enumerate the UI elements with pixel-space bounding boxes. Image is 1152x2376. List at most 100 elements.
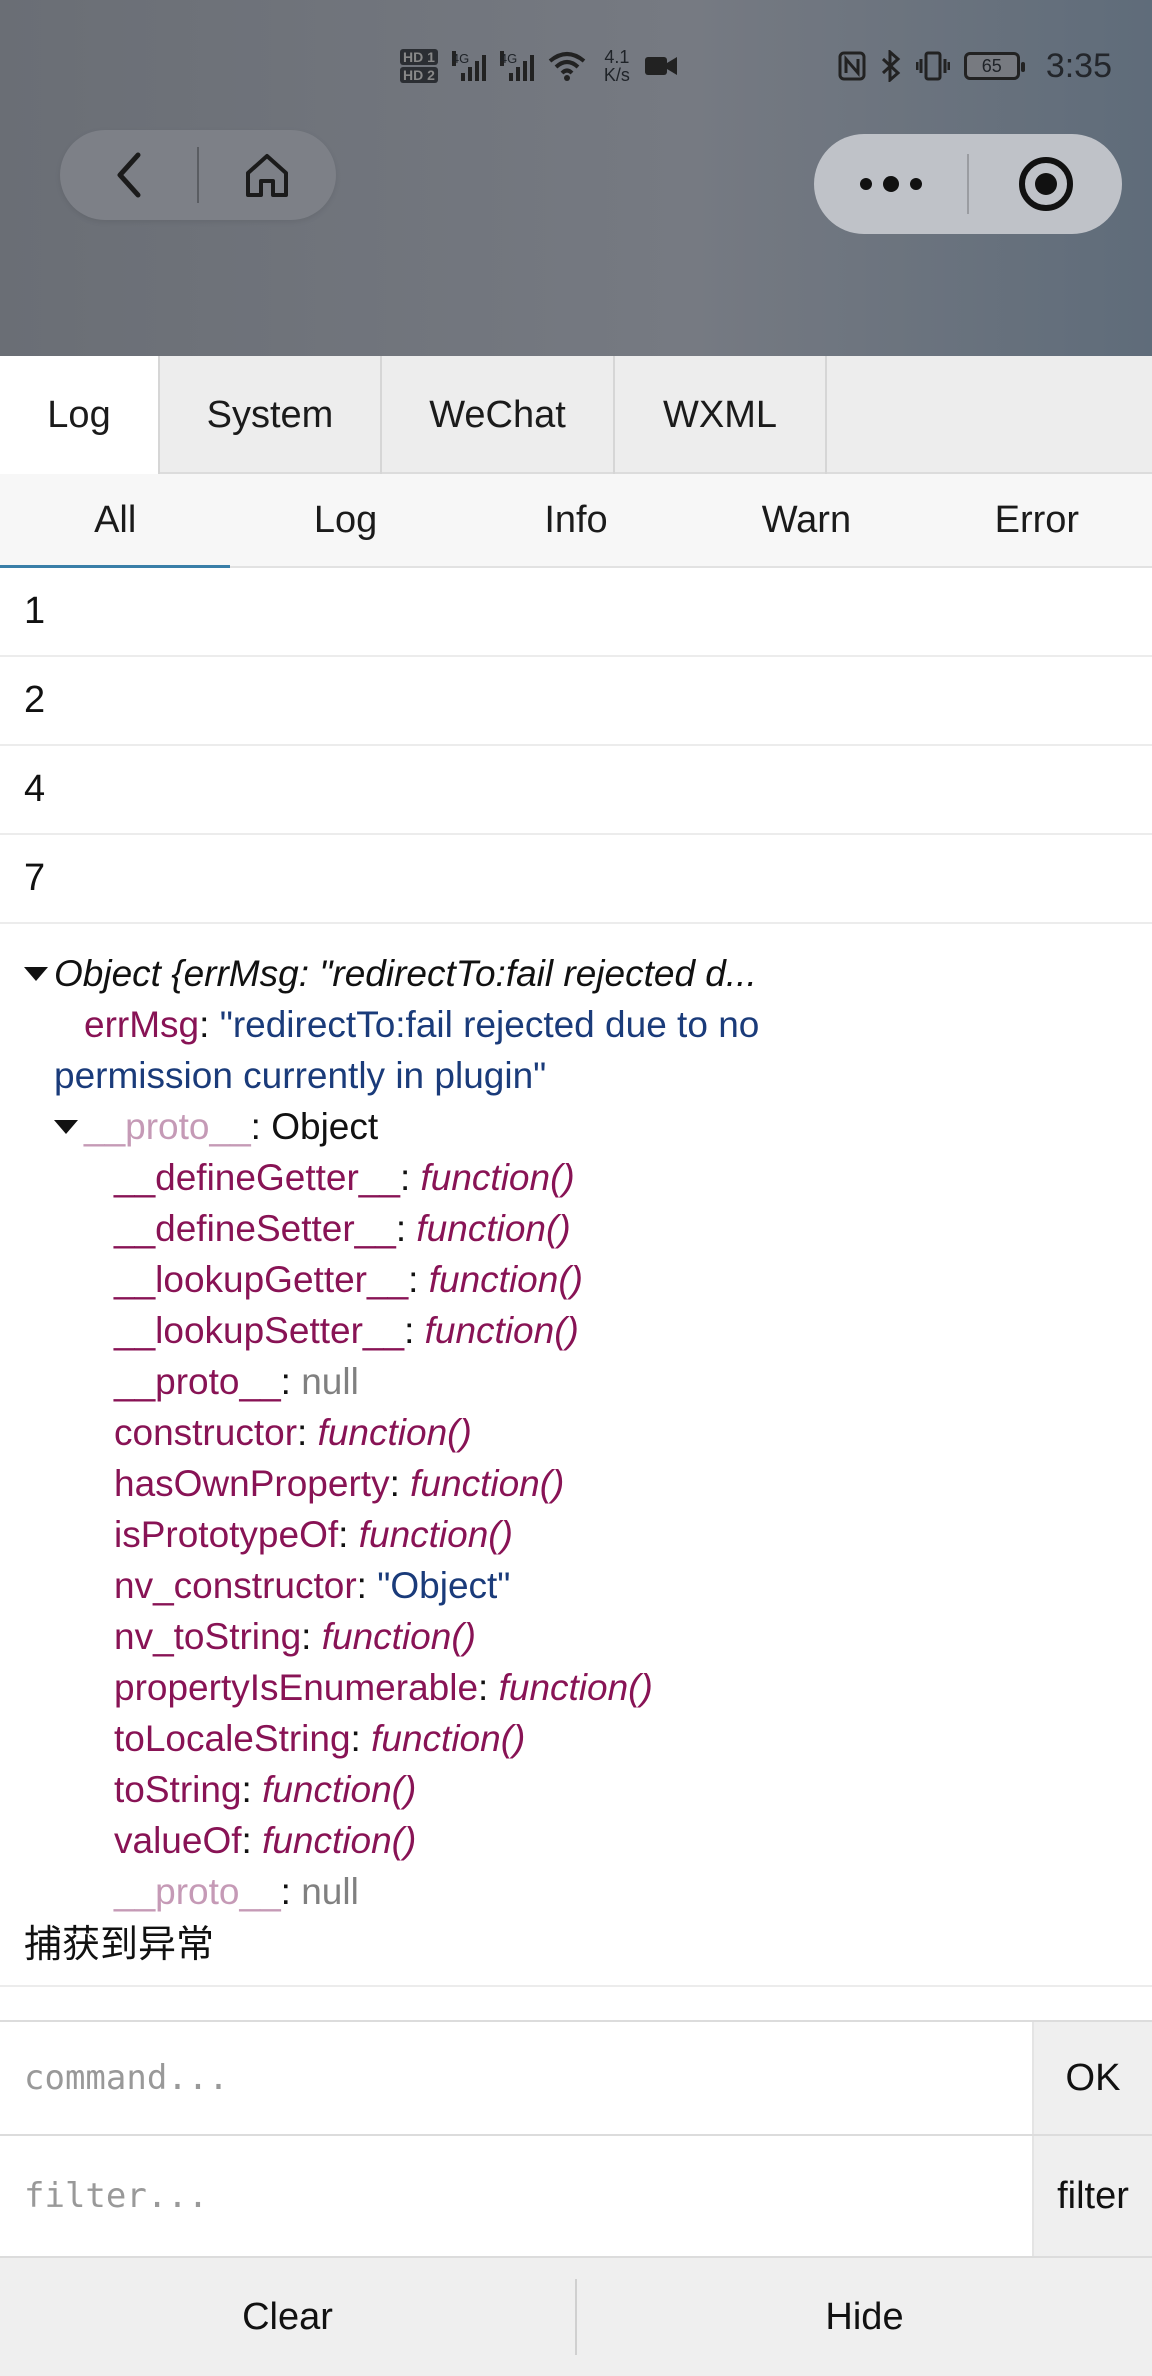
property-key: valueOf — [114, 1820, 242, 1861]
wifi-icon — [548, 52, 586, 81]
filter-button[interactable]: filter — [1032, 2136, 1152, 2256]
object-summary[interactable]: Object {errMsg: "redirectTo:fail rejecte… — [24, 948, 1152, 999]
command-bar: command... OK — [0, 2020, 1152, 2134]
expand-triangle-icon[interactable] — [54, 1119, 78, 1134]
property-value: Object — [271, 1106, 379, 1147]
proto-property-row: valueOf: function() — [24, 1815, 1152, 1866]
proto-property-row: hasOwnProperty: function() — [24, 1458, 1152, 1509]
nfc-icon — [838, 51, 866, 81]
errmsg-property-cont: permission currently in plugin" — [24, 1050, 1152, 1101]
caught-exception-log: 捕获到异常 — [0, 1917, 1152, 1987]
more-button[interactable] — [814, 134, 967, 234]
log-row: 4 — [0, 746, 1152, 835]
video-camera-icon — [644, 57, 677, 75]
clock: 3:35 — [1045, 46, 1112, 85]
errmsg-property: errMsg: "redirectTo:fail rejected due to… — [24, 999, 1152, 1050]
tab-wechat[interactable]: WeChat — [382, 356, 615, 474]
log-filter-tabs: All Log Info Warn Error — [0, 474, 1152, 568]
property-value: function() — [420, 1157, 575, 1198]
subtab-info[interactable]: Info — [461, 474, 691, 566]
property-key: nv_toString — [114, 1616, 302, 1657]
property-key: __defineGetter__ — [114, 1157, 400, 1198]
proto-node[interactable]: __proto__: Object — [24, 1101, 1152, 1152]
proto-property-row: __proto__: null — [24, 1866, 1152, 1917]
property-value: function() — [321, 1616, 476, 1657]
property-key: errMsg — [84, 1004, 200, 1045]
more-dots-icon — [859, 176, 922, 192]
filter-input[interactable]: filter... — [0, 2136, 1032, 2256]
subtab-all[interactable]: All — [0, 474, 231, 568]
hd1-label: HD 1 — [400, 49, 438, 65]
subtab-error[interactable]: Error — [922, 474, 1152, 566]
proto-property-row: nv_constructor: "Object" — [24, 1560, 1152, 1611]
property-key: __lookupGetter__ — [114, 1259, 409, 1300]
property-value: null — [301, 1871, 359, 1912]
clear-button[interactable]: Clear — [0, 2258, 575, 2376]
log-row: 1 — [0, 568, 1152, 657]
close-miniprogram-button[interactable] — [969, 134, 1122, 234]
hide-button[interactable]: Hide — [577, 2258, 1152, 2376]
proto-property-row: __defineSetter__: function() — [24, 1203, 1152, 1254]
proto-property-row: __proto__: null — [24, 1356, 1152, 1407]
proto-property-row: __defineGetter__: function() — [24, 1152, 1152, 1203]
property-key: nv_constructor — [114, 1565, 357, 1606]
expand-triangle-icon[interactable] — [24, 966, 48, 981]
property-value: function() — [371, 1718, 526, 1759]
signal-icon: 4G — [451, 51, 486, 81]
command-input[interactable]: command... — [0, 2022, 1032, 2134]
tab-log[interactable]: Log — [0, 356, 160, 474]
filter-bar: filter... filter — [0, 2134, 1152, 2256]
property-key: isPrototypeOf — [114, 1514, 339, 1555]
property-value: function() — [262, 1820, 417, 1861]
proto-properties: __defineGetter__: function() __defineSett… — [24, 1152, 1152, 1917]
log-row: 7 — [0, 835, 1152, 924]
property-value: function() — [416, 1208, 571, 1249]
network-type-label-2: 4G — [499, 51, 518, 66]
property-value: "Object" — [377, 1565, 511, 1606]
property-value-cont: permission currently in plugin" — [54, 1055, 547, 1096]
vibrate-icon — [915, 51, 950, 81]
property-key: toLocaleString — [114, 1718, 351, 1759]
home-button[interactable] — [199, 130, 336, 220]
chevron-left-icon — [117, 152, 140, 198]
proto-property-row: constructor: function() — [24, 1407, 1152, 1458]
battery-icon: 65 — [963, 52, 1025, 80]
property-value: function() — [410, 1463, 565, 1504]
status-bar: HD 1 HD 2 4G 4G 4.1 K/s 65 3:35 — [400, 38, 1112, 94]
tab-wxml[interactable]: WXML — [615, 356, 827, 474]
console-tabs: Log System WeChat WXML — [0, 356, 1152, 474]
property-key: __lookupSetter__ — [114, 1310, 405, 1351]
network-speed: 4.1 K/s — [604, 48, 630, 84]
menu-capsule — [814, 134, 1122, 234]
hd-icon: HD 1 HD 2 — [400, 49, 438, 83]
object-log-entry: Object {errMsg: "redirectTo:fail rejecte… — [0, 924, 1152, 1917]
subtab-log[interactable]: Log — [230, 474, 460, 566]
property-value: function() — [424, 1310, 579, 1351]
subtab-warn[interactable]: Warn — [691, 474, 921, 566]
property-key: __proto__ — [84, 1106, 251, 1147]
hd2-label: HD 2 — [400, 67, 438, 83]
proto-property-row: toLocaleString: function() — [24, 1713, 1152, 1764]
log-row: 2 — [0, 657, 1152, 746]
signal-icon-2: 4G — [499, 51, 534, 81]
property-key: __proto__ — [114, 1361, 281, 1402]
bluetooth-icon — [881, 50, 901, 82]
back-button[interactable] — [60, 130, 197, 220]
property-value: function() — [262, 1769, 417, 1810]
ok-button[interactable]: OK — [1032, 2022, 1152, 2134]
record-circle-icon — [1018, 157, 1073, 211]
object-summary-text: Object {errMsg: "redirectTo:fail rejecte… — [54, 953, 757, 994]
home-icon — [246, 154, 289, 197]
tab-system[interactable]: System — [160, 356, 382, 474]
top-bar: HD 1 HD 2 4G 4G 4.1 K/s 65 3:35 — [0, 0, 1152, 356]
property-value: null — [301, 1361, 359, 1402]
property-value: function() — [317, 1412, 472, 1453]
property-key: __proto__ — [114, 1871, 281, 1912]
console-footer: Clear Hide — [0, 2256, 1152, 2376]
property-value: function() — [428, 1259, 583, 1300]
property-key: __defineSetter__ — [114, 1208, 396, 1249]
property-key: propertyIsEnumerable — [114, 1667, 479, 1708]
log-list[interactable]: 1 2 4 7 Object {errMsg: "redirectTo:fail… — [0, 568, 1152, 1988]
proto-property-row: __lookupSetter__: function() — [24, 1305, 1152, 1356]
proto-property-row: __lookupGetter__: function() — [24, 1254, 1152, 1305]
